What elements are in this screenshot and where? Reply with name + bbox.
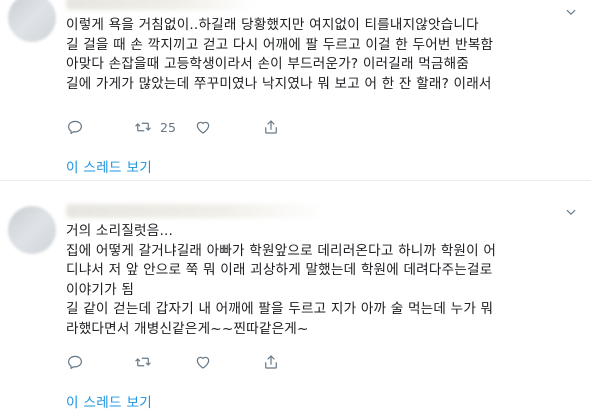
chevron-down-icon [566,209,576,215]
reply-icon [68,355,82,369]
like-button[interactable] [194,118,262,136]
more-options-button[interactable] [563,204,579,220]
like-button[interactable] [194,353,262,371]
share-icon [265,355,277,369]
avatar[interactable] [8,206,56,254]
heart-icon [196,121,210,134]
tweet-text-line: 이렇게 욕을 거침없이..하길래 당황했지만 여지없이 티를내지않앗습니다 [66,17,479,33]
tweet-text-line: 길 걸을 때 손 깍지끼고 걷고 다시 어깨에 팔 두르고 이걸 한 두어번 반… [66,36,494,53]
tweet-text-line: 이야기가 됨 [66,281,135,298]
tweet-header-blurred [66,204,326,218]
tweet-text-line: 집에 어떻게 갈거냐길래 아빠가 학원앞으로 데리러온다고 하니까 학원이 어 [66,242,497,259]
reply-icon [68,120,82,134]
reply-button[interactable] [66,118,134,136]
tweet-text-line: 길에 가게가 많았는데 쭈꾸미였나 낙지였나 뭐 보고 어 한 잔 할래? 이래… [66,75,492,92]
retweet-button[interactable]: 25 [134,118,194,136]
avatar[interactable] [8,0,56,42]
retweet-icon [135,122,151,132]
tweet-text: 이렇게 욕을 거침없이..하길래 당황했지만 여지없이 티를내지않앗습니다 길 … [66,16,581,94]
share-button[interactable] [262,353,292,371]
tweet[interactable]: 거의 소리질럿음... 집에 어떻게 갈거냐길래 아빠가 학원앞으로 데리러온다… [0,192,591,413]
tweet-text-line: 라했다면서 개병신같은게~~찐따같은게~ [66,320,309,337]
tweet-text: 거의 소리질럿음... 집에 어떻게 갈거냐길래 아빠가 학원앞으로 데리러온다… [66,222,581,339]
tweet-text-line: 아맞다 손잡을때 고등학생이라서 손이 부드러운가? 이러길래 먹금해줌 [66,56,470,72]
show-thread-link[interactable]: 이 스레드 보기 [66,156,152,176]
tweet[interactable]: 이렇게 욕을 거침없이..하길래 당황했지만 여지없이 티를내지않앗습니다 길 … [0,0,591,178]
retweet-icon [135,357,151,367]
retweet-button[interactable] [134,353,194,371]
heart-icon [196,356,210,369]
tweet-actions [66,353,292,371]
retweet-count: 25 [160,119,176,135]
divider [0,180,591,181]
reply-button[interactable] [66,353,134,371]
tweet-text-line: 거의 소리질럿음... [66,223,174,239]
tweet-header-blurred [66,0,256,10]
share-button[interactable] [262,118,292,136]
share-icon [265,120,277,134]
tweet-text-line: 길 같이 걷는데 갑자기 내 어깨에 팔을 두르고 지가 아까 술 먹는데 누가… [66,301,494,317]
tweet-actions: 25 [66,118,292,136]
show-thread-link[interactable]: 이 스레드 보기 [66,391,152,411]
tweet-text-line: 디냐서 저 앞 안으로 쭉 뭐 이래 괴상하게 말했는데 학원에 데려다주는걸로 [66,262,493,278]
